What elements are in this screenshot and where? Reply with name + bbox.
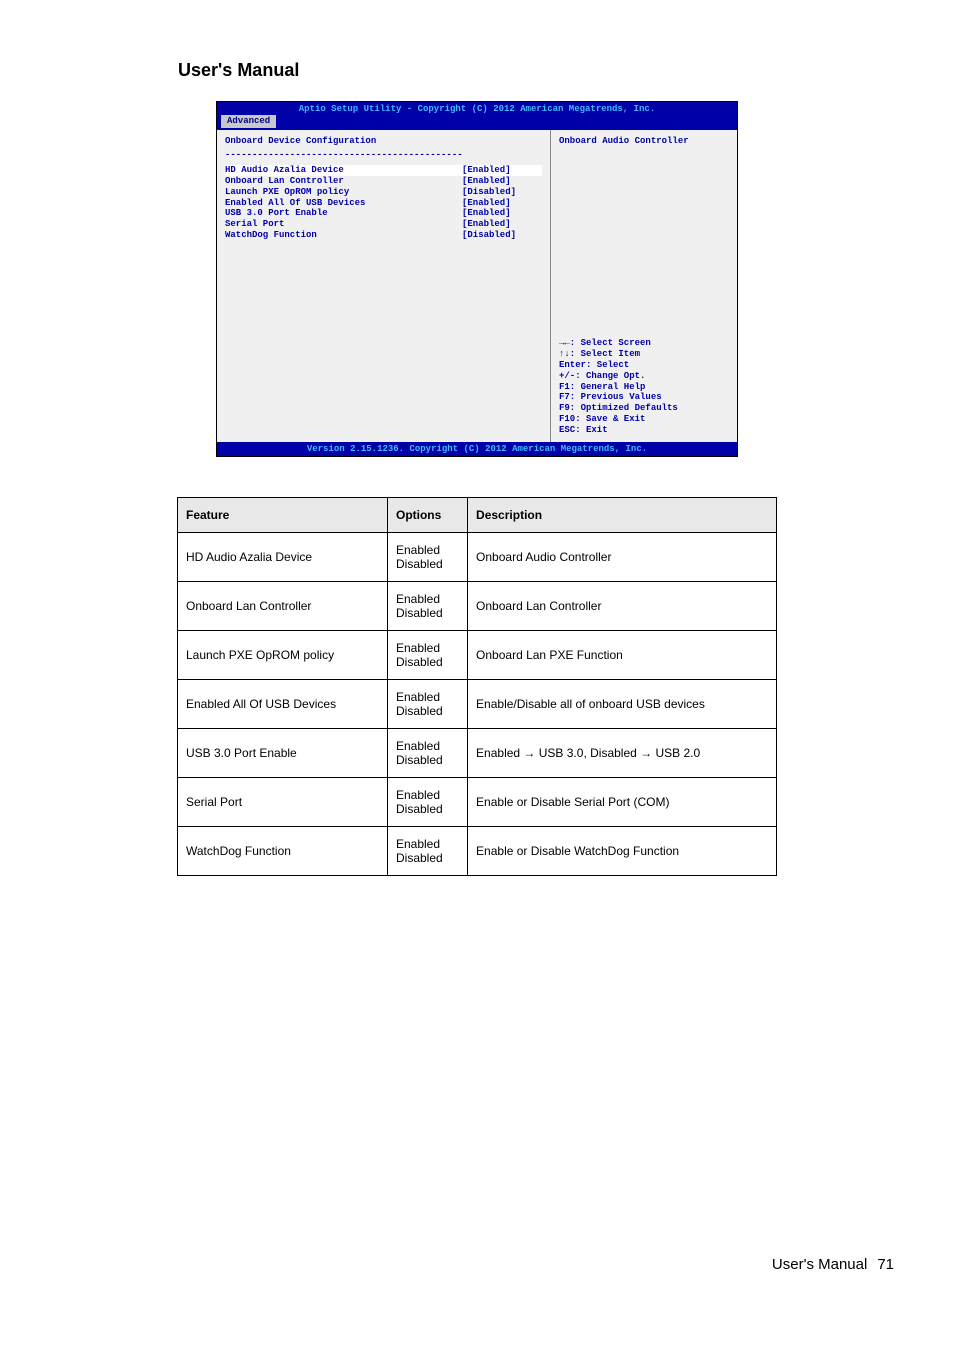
td-options: EnabledDisabled [387, 778, 467, 827]
table-row: Launch PXE OpROM policyEnabledDisabledOn… [178, 631, 777, 680]
bios-setting-label: HD Audio Azalia Device [225, 165, 462, 176]
td-feature: WatchDog Function [178, 827, 388, 876]
td-options: EnabledDisabled [387, 729, 467, 778]
bios-right-panel: Onboard Audio Controller →←: Select Scre… [551, 130, 737, 442]
bios-section-title: Onboard Device Configuration [225, 136, 542, 147]
bios-screenshot: Aptio Setup Utility - Copyright (C) 2012… [216, 101, 738, 457]
bios-settings-list: HD Audio Azalia Device[Enabled]Onboard L… [225, 165, 542, 241]
bios-setting-value: [Disabled] [462, 187, 542, 198]
bios-setting-label: Launch PXE OpROM policy [225, 187, 462, 198]
th-description: Description [468, 498, 777, 533]
bios-footer: Version 2.15.1236. Copyright (C) 2012 Am… [217, 442, 737, 457]
bios-body: Onboard Device Configuration -----------… [217, 130, 737, 442]
page-title: User's Manual [178, 60, 954, 81]
bios-setting-value: [Enabled] [462, 198, 542, 209]
td-feature: Launch PXE OpROM policy [178, 631, 388, 680]
page-number: 71 [877, 1256, 894, 1273]
bios-help-line: →←: Select Screen [559, 338, 729, 349]
bios-setting-row: Serial Port[Enabled] [225, 219, 542, 230]
th-feature: Feature [178, 498, 388, 533]
bios-left-panel: Onboard Device Configuration -----------… [217, 130, 551, 442]
td-description: Enable or Disable WatchDog Function [468, 827, 777, 876]
td-description: Enable or Disable Serial Port (COM) [468, 778, 777, 827]
bios-help-line: +/-: Change Opt. [559, 371, 729, 382]
td-options: EnabledDisabled [387, 680, 467, 729]
bios-header: Aptio Setup Utility - Copyright (C) 2012… [217, 102, 737, 115]
bios-setting-row: WatchDog Function[Disabled] [225, 230, 542, 241]
bios-help-line: ↑↓: Select Item [559, 349, 729, 360]
table-row: Serial PortEnabledDisabledEnable or Disa… [178, 778, 777, 827]
bios-setting-value: [Disabled] [462, 230, 542, 241]
bios-setting-row: USB 3.0 Port Enable[Enabled] [225, 208, 542, 219]
bios-tab-advanced: Advanced [221, 115, 276, 128]
bios-setting-row: Onboard Lan Controller[Enabled] [225, 176, 542, 187]
td-feature: Enabled All Of USB Devices [178, 680, 388, 729]
td-feature: HD Audio Azalia Device [178, 533, 388, 582]
td-options: EnabledDisabled [387, 827, 467, 876]
bios-setting-value: [Enabled] [462, 176, 542, 187]
page-footer: 71 User's Manual [0, 1256, 954, 1316]
table-header-row: Feature Options Description [178, 498, 777, 533]
bios-help-line: ESC: Exit [559, 425, 729, 436]
bios-setting-label: USB 3.0 Port Enable [225, 208, 462, 219]
bios-tab-row: Advanced [217, 115, 737, 130]
options-table: Feature Options Description HD Audio Aza… [177, 497, 777, 876]
bios-help-line: F10: Save & Exit [559, 414, 729, 425]
td-options: EnabledDisabled [387, 533, 467, 582]
bios-setting-value: [Enabled] [462, 165, 542, 176]
table-row: Onboard Lan ControllerEnabledDisabledOnb… [178, 582, 777, 631]
table-row: HD Audio Azalia DeviceEnabledDisabledOnb… [178, 533, 777, 582]
td-feature: Onboard Lan Controller [178, 582, 388, 631]
th-options: Options [387, 498, 467, 533]
bios-setting-row: Enabled All Of USB Devices[Enabled] [225, 198, 542, 209]
td-options: EnabledDisabled [387, 582, 467, 631]
table-row: Enabled All Of USB DevicesEnabledDisable… [178, 680, 777, 729]
td-options: EnabledDisabled [387, 631, 467, 680]
td-description: Enabled → USB 3.0, Disabled → USB 2.0 [468, 729, 777, 778]
td-feature: Serial Port [178, 778, 388, 827]
bios-help-keys: →←: Select Screen↑↓: Select ItemEnter: S… [559, 338, 729, 435]
bios-divider: ----------------------------------------… [225, 150, 542, 161]
td-feature: USB 3.0 Port Enable [178, 729, 388, 778]
bios-help-line: Enter: Select [559, 360, 729, 371]
bios-setting-row: HD Audio Azalia Device[Enabled] [225, 165, 542, 176]
td-description: Onboard Lan PXE Function [468, 631, 777, 680]
td-description: Onboard Lan Controller [468, 582, 777, 631]
bios-setting-label: Enabled All Of USB Devices [225, 198, 462, 209]
bios-setting-value: [Enabled] [462, 208, 542, 219]
table-row: USB 3.0 Port EnableEnabledDisabledEnable… [178, 729, 777, 778]
bios-setting-row: Launch PXE OpROM policy[Disabled] [225, 187, 542, 198]
footer-text: User's Manual [772, 1256, 867, 1273]
bios-help-line: F1: General Help [559, 382, 729, 393]
td-description: Enable/Disable all of onboard USB device… [468, 680, 777, 729]
td-description: Onboard Audio Controller [468, 533, 777, 582]
bios-setting-label: Onboard Lan Controller [225, 176, 462, 187]
bios-help-line: F9: Optimized Defaults [559, 403, 729, 414]
bios-help-line: F7: Previous Values [559, 392, 729, 403]
bios-setting-label: WatchDog Function [225, 230, 462, 241]
bios-help-description: Onboard Audio Controller [559, 136, 729, 147]
table-row: WatchDog FunctionEnabledDisabledEnable o… [178, 827, 777, 876]
bios-setting-label: Serial Port [225, 219, 462, 230]
bios-setting-value: [Enabled] [462, 219, 542, 230]
